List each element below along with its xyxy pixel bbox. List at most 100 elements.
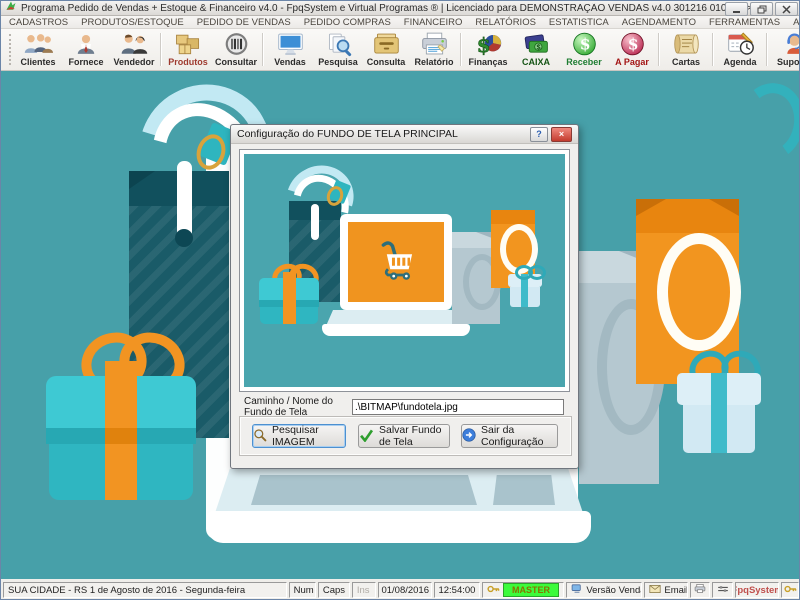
toolbar-item-caixa[interactable]: $ CAIXA — [512, 30, 560, 69]
toolbar-item-label: Cartas — [672, 57, 700, 68]
menu-cadastros[interactable]: CADASTROS — [9, 17, 68, 28]
menu-bar: CADASTROS PRODUTOS/ESTOQUE PEDIDO DE VEN… — [1, 16, 800, 29]
bg-teal-arc — [732, 78, 800, 166]
menu-ajuda[interactable]: AJUDA — [793, 17, 800, 28]
status-email[interactable]: Email — [644, 582, 687, 598]
toolbar-item-label: CAIXA — [522, 57, 550, 68]
toolbar-separator — [766, 33, 768, 66]
toolbar-item-label: Suporte — [777, 57, 800, 68]
close-button[interactable] — [775, 2, 798, 16]
toolbar-item-vendedor[interactable]: Vendedor — [110, 30, 158, 69]
toolbar-item-consultar[interactable]: Consultar — [212, 30, 260, 69]
bg-gift-knot — [105, 428, 137, 444]
toolbar-item-a-pagar[interactable]: $ A Pagar — [608, 30, 656, 69]
toolbar-item-relatorio[interactable]: Relatório — [410, 30, 458, 69]
exit-config-button[interactable]: Sair da Configuração — [461, 424, 558, 448]
toolbar-item-clientes[interactable]: Clientes — [14, 30, 62, 69]
application-window: Programa Pedido de Vendas + Estoque & Fi… — [0, 0, 800, 600]
save-wallpaper-button[interactable]: Salvar Fundo de Tela — [358, 424, 450, 448]
toolbar-item-label: Clientes — [20, 57, 55, 68]
levels-icon — [717, 585, 729, 596]
menu-produtos-estoque[interactable]: PRODUTOS/ESTOQUE — [81, 17, 184, 28]
menu-estatistica[interactable]: ESTATISTICA — [549, 17, 609, 28]
pay-dollar-icon: $ — [619, 31, 646, 57]
toolbar-item-financas[interactable]: $ Finanças — [464, 30, 512, 69]
toolbar-item-label: Produtos — [168, 57, 208, 68]
toolbar-grip — [9, 34, 11, 65]
minimize-button[interactable] — [725, 2, 748, 16]
toolbar: Clientes Fornece Vendedor Produtos Consu… — [1, 29, 800, 71]
window-titlebar[interactable]: Programa Pedido de Vendas + Estoque & Fi… — [1, 1, 800, 16]
toolbar-item-consulta[interactable]: Consulta — [362, 30, 410, 69]
support-headset-icon — [781, 31, 800, 57]
magnifier-icon — [253, 428, 267, 445]
status-insert: Ins — [352, 582, 376, 598]
menu-agendamento[interactable]: AGENDAMENTO — [622, 17, 696, 28]
printer-small-icon — [694, 584, 706, 596]
dialog-close-button[interactable]: × — [551, 127, 572, 142]
search-image-button[interactable]: Pesquisar IMAGEM — [252, 424, 346, 448]
clients-icon — [23, 31, 53, 57]
scroll-icon — [672, 31, 701, 57]
save-wallpaper-label: Salvar Fundo de Tela — [379, 424, 449, 448]
wallpaper-path-input[interactable] — [352, 399, 564, 415]
bg-orange-bag-notch2 — [709, 199, 739, 216]
calendar-clock-icon — [726, 31, 755, 57]
menu-pedido-compras[interactable]: PEDIDO COMPRAS — [304, 17, 391, 28]
wallpaper-preview-panel — [239, 149, 570, 392]
status-user-badge: MASTER — [503, 583, 560, 597]
status-printer[interactable] — [690, 582, 711, 598]
toolbar-item-label: Finanças — [468, 57, 507, 68]
key-icon — [784, 585, 797, 596]
config-dialog: Configuração do FUNDO DE TELA PRINCIPAL … — [230, 124, 579, 469]
barcode-icon — [223, 31, 250, 57]
svg-text:$: $ — [579, 35, 590, 54]
menu-financeiro[interactable]: FINANCEIRO — [404, 17, 463, 28]
dialog-title: Configuração do FUNDO DE TELA PRINCIPAL — [237, 128, 530, 140]
bg-laptop-keyboard — [251, 475, 477, 505]
dialog-titlebar[interactable]: Configuração do FUNDO DE TELA PRINCIPAL … — [231, 125, 578, 144]
toolbar-item-fornece[interactable]: Fornece — [62, 30, 110, 69]
wallpaper-path-row: Caminho / Nome do Fundo de Tela — [244, 396, 569, 418]
toolbar-separator — [712, 33, 714, 66]
toolbar-item-produtos[interactable]: Produtos — [164, 30, 212, 69]
salesperson-icon — [119, 31, 149, 57]
menu-pedido-de-vendas[interactable]: PEDIDO DE VENDAS — [197, 17, 291, 28]
status-user: MASTER — [482, 582, 565, 598]
menu-relatorios[interactable]: RELATÓRIOS — [475, 17, 536, 28]
toolbar-item-suporte[interactable]: Suporte — [770, 30, 800, 69]
app-icon — [5, 0, 17, 17]
status-settings-levels[interactable] — [712, 582, 733, 598]
toolbar-item-label: Fornece — [68, 57, 103, 68]
toolbar-item-label: Consulta — [367, 57, 406, 68]
toolbar-item-vendas[interactable]: Vendas — [266, 30, 314, 69]
bg-bluegift-ribbon — [711, 373, 727, 453]
search-image-label: Pesquisar IMAGEM — [272, 424, 345, 448]
mini-strap — [311, 204, 319, 240]
toolbar-item-label: Consultar — [215, 57, 257, 68]
toolbar-separator — [262, 33, 264, 66]
wallpaper-path-label: Caminho / Nome do Fundo de Tela — [244, 396, 352, 418]
dialog-help-button[interactable]: ? — [530, 127, 548, 142]
version-pc-icon — [571, 584, 583, 596]
toolbar-item-label: Pesquisa — [318, 57, 358, 68]
status-bar: SUA CIDADE - RS 1 de Agosto de 2016 - Se… — [1, 579, 800, 600]
cash-wallet-icon: $ — [522, 31, 551, 57]
toolbar-item-label: Relatório — [414, 57, 453, 68]
toolbar-item-cartas[interactable]: Cartas — [662, 30, 710, 69]
exit-config-label: Sair da Configuração — [481, 424, 557, 448]
menu-ferramentas[interactable]: FERRAMENTAS — [709, 17, 780, 28]
finance-pie-dollar-icon: $ — [474, 31, 503, 57]
status-key — [781, 582, 799, 598]
restore-button[interactable] — [750, 2, 773, 16]
monitor-icon — [276, 31, 305, 57]
toolbar-item-agenda[interactable]: Agenda — [716, 30, 764, 69]
status-version: Versão Vendas 4.0 — [566, 582, 642, 598]
mini-laptop-base-front — [322, 324, 470, 336]
toolbar-item-pesquisa[interactable]: Pesquisa — [314, 30, 362, 69]
dialog-button-group: Pesquisar IMAGEM Salvar Fundo de Tela Sa… — [239, 416, 572, 456]
toolbar-item-label: Receber — [566, 57, 602, 68]
mini-bluegift-bow2 — [528, 265, 546, 280]
toolbar-item-receber[interactable]: $ Receber — [560, 30, 608, 69]
window-title: Programa Pedido de Vendas + Estoque & Fi… — [21, 3, 763, 14]
